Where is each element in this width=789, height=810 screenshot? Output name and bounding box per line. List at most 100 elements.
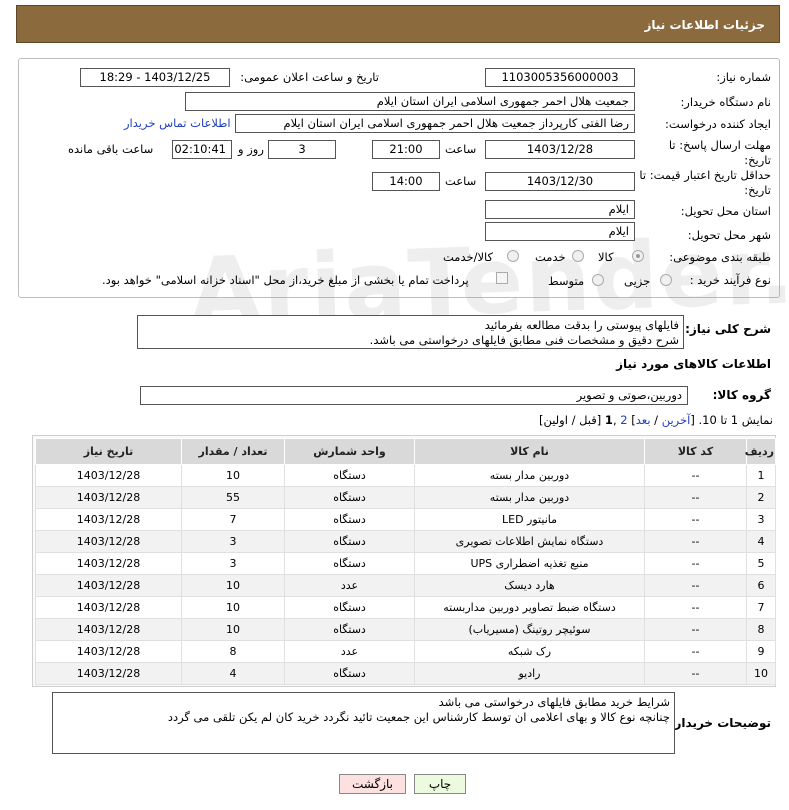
pagination-page-2-link[interactable]: 2 [620, 413, 627, 427]
delivery-city-field[interactable]: ایلام [485, 222, 635, 241]
table-row: 1 -- دوربین مدار بسته دستگاه 10 1403/12/28 [35, 464, 776, 487]
cell-item-code: -- [644, 640, 747, 663]
cell-quantity: 10 [181, 464, 285, 487]
table-row: 2 -- دوربین مدار بسته دستگاه 55 1403/12/28 [35, 486, 776, 509]
cell-item-code: -- [644, 596, 747, 619]
cell-row-number: 3 [746, 508, 776, 531]
process-option-minor: جزیی [624, 274, 651, 288]
delivery-city-label: شهر محل تحویل: [687, 228, 771, 242]
need-number-field[interactable]: 1103005356000003 [485, 68, 635, 87]
header-item-name: نام کالا [414, 438, 645, 465]
cell-row-number: 2 [746, 486, 776, 509]
cell-item-code: -- [644, 464, 747, 487]
header-need-date: تاریخ نیاز [35, 438, 182, 465]
cell-row-number: 6 [746, 574, 776, 597]
reply-date-field[interactable]: 1403/12/28 [485, 140, 635, 159]
remaining-time-field[interactable]: 02:10:41 [172, 140, 232, 159]
header-quantity: تعداد / مقدار [181, 438, 285, 465]
cell-need-date: 1403/12/28 [35, 662, 182, 685]
table-row: 4 -- دستگاه نمایش اطلاعات تصویری دستگاه 3 140… [35, 530, 776, 553]
cell-quantity: 10 [181, 574, 285, 597]
cell-item-name: دستگاه نمایش اطلاعات تصویری [414, 530, 645, 553]
pagination-suffix: [قبل / اولین] [538, 413, 605, 427]
description-line-1: فایلهای پیوستی را بدقت مطالعه بفرمائید [484, 318, 679, 332]
table-row: 7 -- دستگاه ضبط تصاویر دوربین مداربسته دستگ… [35, 596, 776, 619]
buyer-notes-textarea[interactable]: شرایط خرید مطابق فایلهای درخواستی می باش… [52, 692, 675, 754]
price-time-label: ساعت [445, 174, 477, 188]
cell-unit: دستگاه [284, 662, 415, 685]
cell-unit: دستگاه [284, 464, 415, 487]
cell-item-code: -- [644, 618, 747, 641]
cell-quantity: 8 [181, 640, 285, 663]
price-validity-label: حداقل تاریخ اعتبار قیمت: تا تاریخ: [639, 168, 771, 197]
cell-unit: دستگاه [284, 618, 415, 641]
cell-item-code: -- [644, 552, 747, 575]
table-row: 6 -- هارد دیسک عدد 10 1403/12/28 [35, 574, 776, 597]
description-textarea[interactable]: فایلهای پیوستی را بدقت مطالعه بفرمائید ش… [137, 315, 684, 349]
buyer-notes-line-1: شرایط خرید مطابق فایلهای درخواستی می باش… [438, 695, 670, 709]
cell-unit: دستگاه [284, 530, 415, 553]
treasury-payment-checkbox[interactable] [496, 272, 508, 284]
price-date-field[interactable]: 1403/12/30 [485, 172, 635, 191]
table-row: 3 -- مانیتور LED دستگاه 7 1403/12/28 [35, 508, 776, 531]
pagination-next-link[interactable]: بعد [636, 413, 651, 427]
category-option-goods: کالا [598, 250, 614, 264]
print-button[interactable]: چاپ [414, 774, 466, 794]
pagination-close: ] [627, 413, 636, 427]
category-radio-goods-service[interactable] [507, 250, 519, 262]
cell-unit: دستگاه [284, 508, 415, 531]
cell-need-date: 1403/12/28 [35, 618, 182, 641]
cell-row-number: 7 [746, 596, 776, 619]
cell-quantity: 3 [181, 530, 285, 553]
cell-need-date: 1403/12/28 [35, 574, 182, 597]
category-radio-service[interactable] [572, 250, 584, 262]
cell-item-name: دوربین مدار بسته [414, 486, 645, 509]
cell-quantity: 10 [181, 618, 285, 641]
cell-item-code: -- [644, 486, 747, 509]
buyer-org-field[interactable]: جمعیت هلال احمر جمهوری اسلامی ایران استا… [185, 92, 635, 111]
cell-item-code: -- [644, 662, 747, 685]
creator-field[interactable]: رضا الفتی کارپرداز جمعیت هلال احمر جمهور… [235, 114, 635, 133]
table-row: 5 -- منبع تغذیه اضطراری UPS دستگاه 3 1403/12/… [35, 552, 776, 575]
goods-group-field[interactable]: دوربین،صوتی و تصویر [140, 386, 688, 405]
table-row: 8 -- سوئیچر روتینگ (مسیریاب) دستگاه 10 1403/1… [35, 618, 776, 641]
category-radio-goods[interactable] [632, 250, 644, 262]
cell-item-name: دوربین مدار بسته [414, 464, 645, 487]
page-title: جزئیات اطلاعات نیاز [644, 18, 765, 32]
cell-item-name: مانیتور LED [414, 508, 645, 531]
process-radio-minor[interactable] [660, 274, 672, 286]
cell-row-number: 10 [746, 662, 776, 685]
pagination-last-link[interactable]: آخرین [662, 413, 691, 427]
table-row: 10 -- رادیو دستگاه 4 1403/12/28 [35, 662, 776, 685]
buyer-notes-label: توضیحات خریدار: [669, 716, 771, 730]
delivery-province-field[interactable]: ایلام [485, 200, 635, 219]
remaining-days-field[interactable]: 3 [268, 140, 336, 159]
buyer-contact-link[interactable]: اطلاعات تماس خریدار [124, 116, 231, 130]
goods-info-title: اطلاعات کالاهای مورد نیاز [616, 357, 771, 371]
announce-datetime-field[interactable]: 1403/12/25 - 18:29 [80, 68, 230, 87]
items-table: ردیف کد کالا نام کالا واحد شمارش تعداد /… [35, 438, 776, 685]
process-radio-medium[interactable] [592, 274, 604, 286]
buyer-org-label: نام دستگاه خریدار: [680, 95, 771, 109]
cell-item-name: رک شبکه [414, 640, 645, 663]
price-time-field[interactable]: 14:00 [372, 172, 440, 191]
cell-item-code: -- [644, 574, 747, 597]
category-option-goods-service: کالا/خدمت [443, 250, 494, 264]
description-line-2: شرح دقیق و مشخصات فنی مطابق فایلهای درخو… [369, 333, 679, 347]
cell-need-date: 1403/12/28 [35, 596, 182, 619]
cell-unit: عدد [284, 574, 415, 597]
items-table-header-row: ردیف کد کالا نام کالا واحد شمارش تعداد /… [35, 438, 776, 465]
remaining-time-label: ساعت باقی مانده [68, 142, 154, 156]
cell-item-code: -- [644, 530, 747, 553]
category-label: طبقه بندی موضوعی: [669, 250, 771, 264]
creator-label: ایجاد کننده درخواست: [665, 117, 771, 131]
goods-group-label: گروه کالا: [712, 388, 771, 402]
header-unit: واحد شمارش [284, 438, 415, 465]
back-button[interactable]: بازگشت [339, 774, 406, 794]
reply-time-field[interactable]: 21:00 [372, 140, 440, 159]
cell-item-name: دستگاه ضبط تصاویر دوربین مداربسته [414, 596, 645, 619]
treasury-payment-note: پرداخت تمام یا بخشی از مبلغ خرید،از محل … [102, 273, 469, 287]
table-row: 9 -- رک شبکه عدد 8 1403/12/28 [35, 640, 776, 663]
cell-row-number: 4 [746, 530, 776, 553]
buyer-notes-line-2: چنانچه نوع کالا و بهای اعلامی ان توسط کا… [167, 710, 670, 724]
